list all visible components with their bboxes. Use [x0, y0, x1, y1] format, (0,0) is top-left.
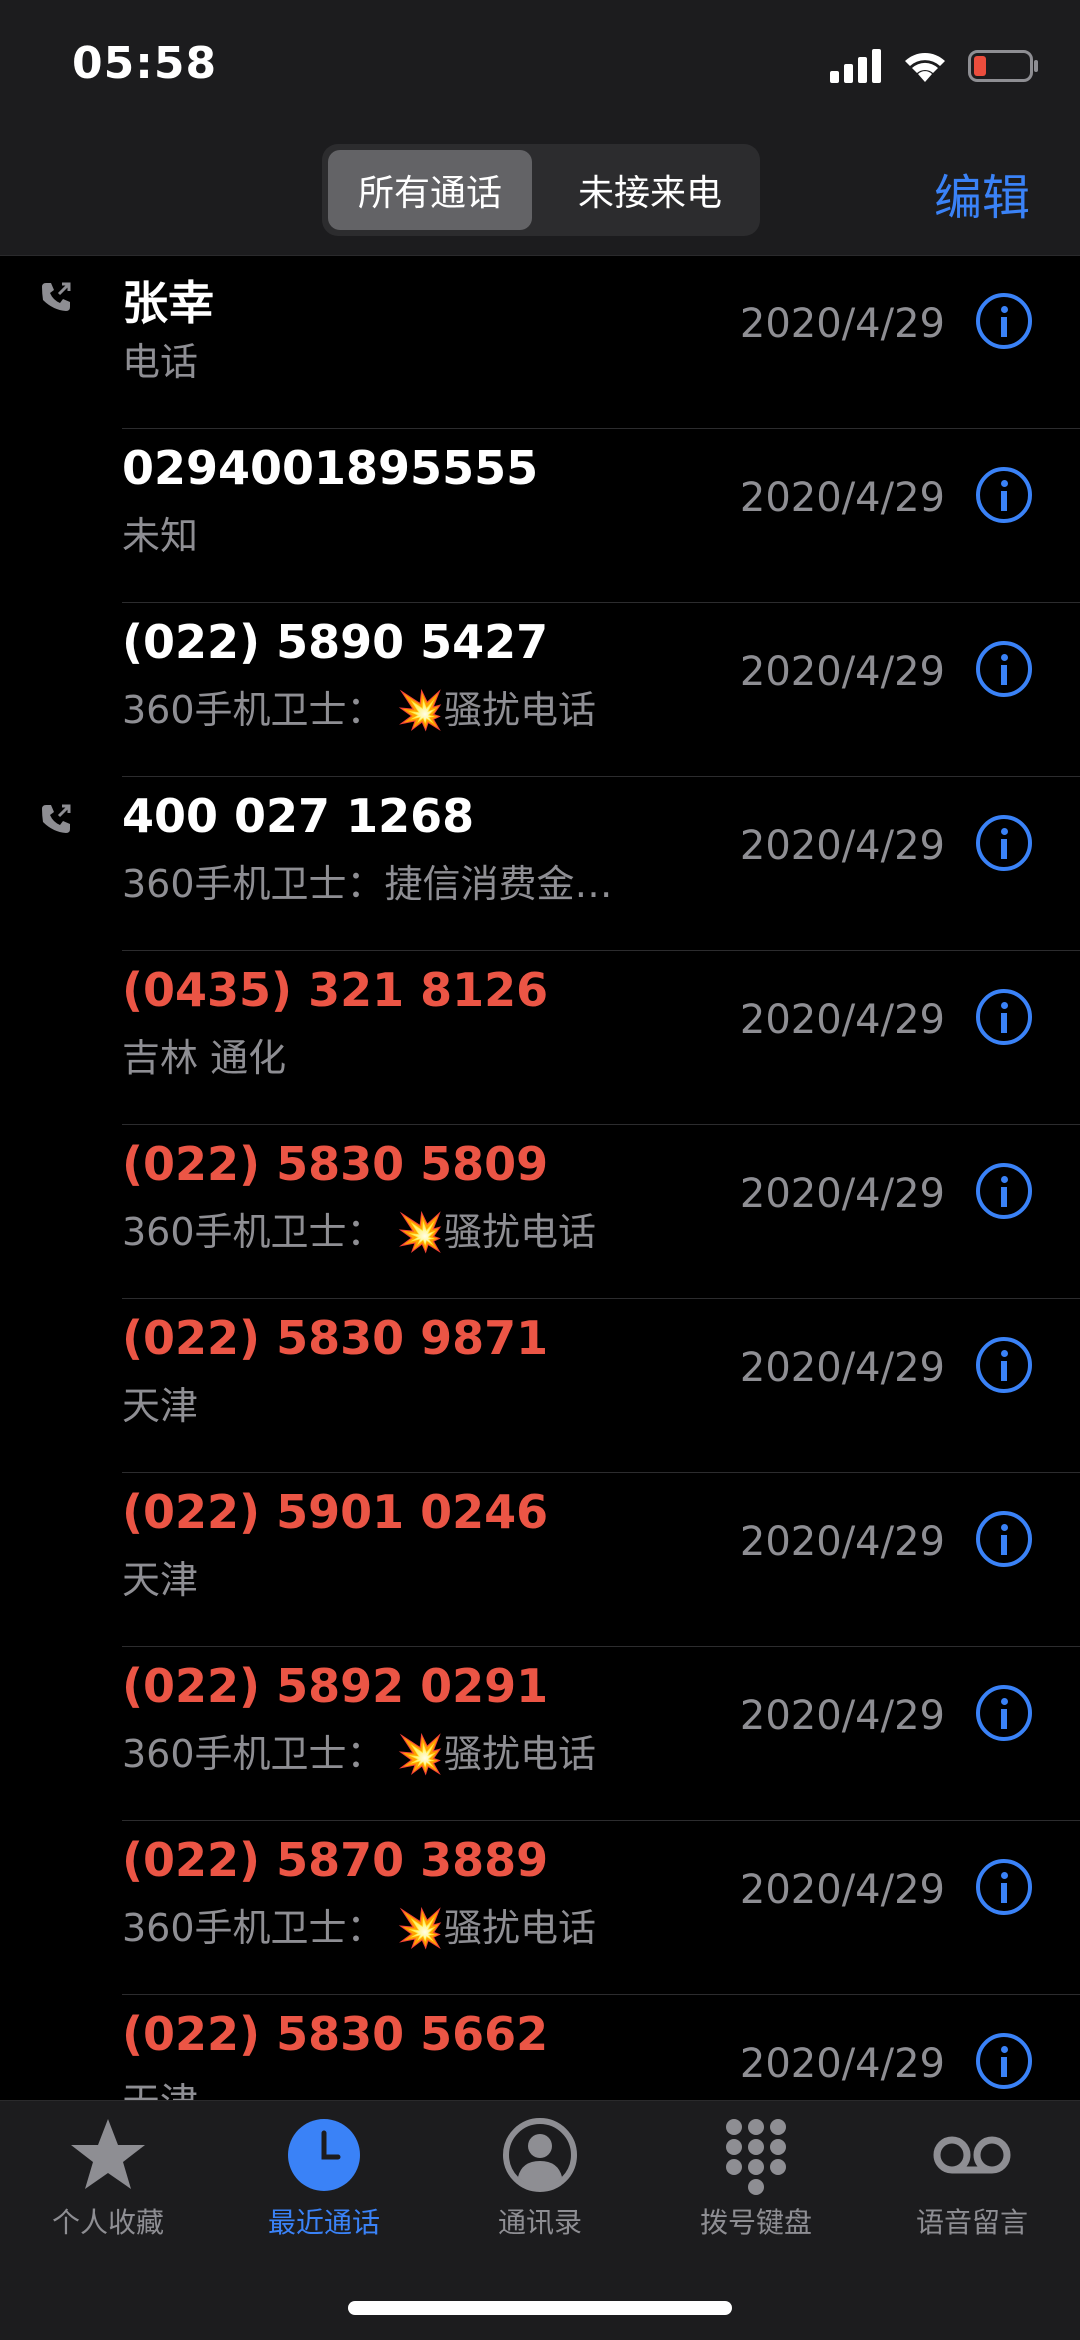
- caller-subtitle: 360手机卫士： 💥骚扰电话: [122, 1723, 702, 1778]
- call-row[interactable]: (022) 5830 5662 天津 2020/4/29: [0, 1995, 1080, 2100]
- call-row[interactable]: (022) 5830 5809 360手机卫士： 💥骚扰电话 2020/4/29: [0, 1125, 1080, 1299]
- tab-voicemail[interactable]: 语音留言: [872, 2115, 1072, 2255]
- spam-warning-icon: 💥: [384, 1210, 444, 1254]
- call-date: 2020/4/29: [739, 2041, 945, 2087]
- spam-warning-icon: 💥: [384, 1906, 444, 1950]
- home-indicator[interactable]: [348, 2301, 732, 2315]
- caller-name: 张幸: [122, 276, 214, 330]
- person-circle-icon: [503, 2118, 577, 2192]
- spam-label: 骚扰电话: [443, 1906, 596, 1950]
- battery-low-icon: [968, 50, 1038, 82]
- call-date: 2020/4/29: [739, 1693, 945, 1739]
- call-date: 2020/4/29: [739, 475, 945, 521]
- info-icon[interactable]: [976, 815, 1032, 871]
- info-icon[interactable]: [976, 2033, 1032, 2089]
- spam-label: 骚扰电话: [443, 688, 596, 732]
- segment-missed-calls[interactable]: 未接来电: [548, 150, 752, 230]
- info-icon[interactable]: [976, 1859, 1032, 1915]
- caller-name: (022) 5830 5662: [122, 2007, 549, 2061]
- tab-label: 拨号键盘: [699, 2206, 812, 2239]
- spam-warning-icon: 💥: [384, 1732, 444, 1776]
- info-icon[interactable]: [976, 1685, 1032, 1741]
- wifi-icon: [905, 53, 945, 82]
- caller-subtitle-prefix: 360手机卫士：: [122, 1732, 385, 1776]
- spam-label: 骚扰电话: [443, 1732, 596, 1776]
- info-icon[interactable]: [976, 1337, 1032, 1393]
- tab-favorites[interactable]: 个人收藏: [8, 2115, 208, 2255]
- caller-name: (022) 5901 0246: [122, 1485, 549, 1539]
- info-icon[interactable]: [976, 1511, 1032, 1567]
- outgoing-call-icon: [42, 282, 71, 311]
- caller-subtitle: 360手机卫士：捷信消费金…: [122, 862, 613, 906]
- edit-button[interactable]: 编辑: [934, 158, 1030, 228]
- caller-subtitle: 天津: [122, 1384, 199, 1428]
- caller-name: (022) 5890 5427: [122, 615, 549, 669]
- tab-recents[interactable]: 最近通话: [224, 2115, 424, 2255]
- info-icon[interactable]: [976, 467, 1032, 523]
- caller-subtitle: 360手机卫士： 💥骚扰电话: [122, 1201, 702, 1256]
- call-date: 2020/4/29: [739, 301, 945, 347]
- outgoing-call-icon: [42, 804, 71, 833]
- call-date: 2020/4/29: [739, 1345, 945, 1391]
- info-icon[interactable]: [976, 641, 1032, 697]
- info-icon[interactable]: [976, 293, 1032, 349]
- caller-name: (022) 5892 0291: [122, 1659, 549, 1713]
- caller-subtitle: 天津: [122, 1558, 199, 1602]
- caller-name: 0294001895555: [122, 441, 539, 495]
- caller-name: (0435) 321 8126: [122, 963, 549, 1017]
- call-row[interactable]: (022) 5901 0246 天津 2020/4/29: [0, 1473, 1080, 1647]
- info-icon[interactable]: [976, 1163, 1032, 1219]
- caller-subtitle-prefix: 360手机卫士：: [122, 1906, 385, 1950]
- caller-name: (022) 5830 5809: [122, 1137, 549, 1191]
- caller-subtitle: 未知: [122, 514, 199, 558]
- spam-label: 骚扰电话: [443, 1210, 596, 1254]
- voicemail-icon: [933, 2136, 1011, 2174]
- caller-subtitle: 360手机卫士： 💥骚扰电话: [122, 679, 702, 734]
- caller-subtitle: 360手机卫士： 💥骚扰电话: [122, 1897, 702, 1952]
- recent-calls-list[interactable]: 张幸 电话 2020/4/29 0294001895555 未知 2020/4/…: [0, 255, 1080, 2100]
- tab-contacts[interactable]: 通讯录: [440, 2115, 640, 2255]
- call-date: 2020/4/29: [739, 1867, 945, 1913]
- tab-label: 语音留言: [915, 2206, 1028, 2239]
- call-row[interactable]: (022) 5892 0291 360手机卫士： 💥骚扰电话 2020/4/29: [0, 1647, 1080, 1821]
- call-date: 2020/4/29: [739, 1171, 945, 1217]
- status-bar: 05:58: [0, 0, 1080, 130]
- call-date: 2020/4/29: [739, 1519, 945, 1565]
- spam-warning-icon: 💥: [384, 688, 444, 732]
- call-row[interactable]: 400 027 1268 360手机卫士：捷信消费金… 2020/4/29: [0, 777, 1080, 951]
- cellular-signal-icon: [830, 49, 881, 83]
- call-date: 2020/4/29: [739, 997, 945, 1043]
- caller-name: 400 027 1268: [122, 789, 475, 843]
- tab-keypad[interactable]: 拨号键盘: [656, 2115, 856, 2255]
- recents-header: 所有通话 未接来电 编辑: [0, 130, 1080, 256]
- tab-label: 最近通话: [267, 2206, 380, 2239]
- call-row[interactable]: (022) 5890 5427 360手机卫士： 💥骚扰电话 2020/4/29: [0, 603, 1080, 777]
- caller-subtitle: 天津: [122, 2071, 702, 2100]
- info-icon[interactable]: [976, 989, 1032, 1045]
- caller-subtitle-prefix: 360手机卫士：: [122, 1210, 385, 1254]
- call-date: 2020/4/29: [739, 649, 945, 695]
- caller-subtitle: 吉林 通化: [122, 1036, 287, 1080]
- status-icons: [830, 46, 1040, 86]
- call-row[interactable]: 张幸 电话 2020/4/29: [0, 255, 1080, 429]
- segment-all-calls[interactable]: 所有通话: [328, 150, 532, 230]
- caller-subtitle-prefix: 360手机卫士：: [122, 688, 385, 732]
- call-row[interactable]: (022) 5870 3889 360手机卫士： 💥骚扰电话 2020/4/29: [0, 1821, 1080, 1995]
- caller-name: (022) 5830 9871: [122, 1311, 549, 1365]
- clock-icon: [288, 2119, 360, 2191]
- call-row[interactable]: (0435) 321 8126 吉林 通化 2020/4/29: [0, 951, 1080, 1125]
- call-row[interactable]: 0294001895555 未知 2020/4/29: [0, 429, 1080, 603]
- call-date: 2020/4/29: [739, 823, 945, 869]
- tab-label: 个人收藏: [51, 2206, 164, 2239]
- tab-label: 通讯录: [497, 2206, 582, 2239]
- caller-subtitle: 电话: [122, 340, 199, 384]
- status-time: 05:58: [72, 38, 218, 89]
- caller-name: (022) 5870 3889: [122, 1833, 549, 1887]
- keypad-icon: [726, 2119, 786, 2195]
- call-filter-segmented-control: 所有通话 未接来电: [322, 144, 760, 236]
- star-icon: [71, 2119, 145, 2189]
- call-row[interactable]: (022) 5830 9871 天津 2020/4/29: [0, 1299, 1080, 1473]
